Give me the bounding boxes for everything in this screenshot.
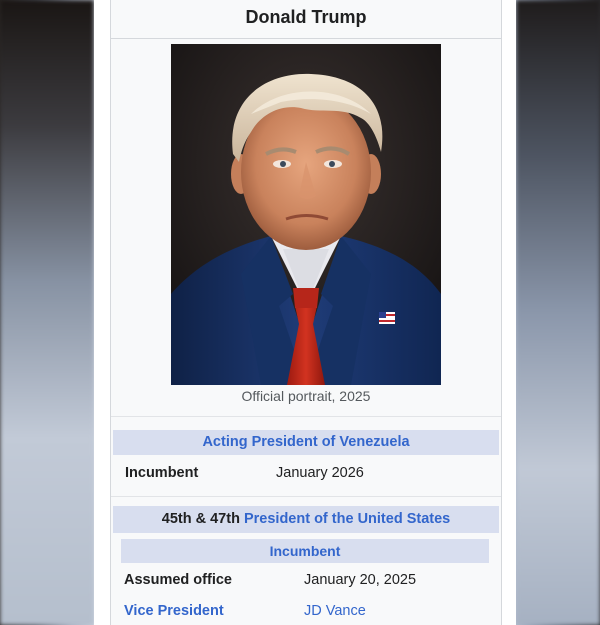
president-us-link[interactable]: President of the United States <box>244 511 450 527</box>
phone-screen: Donald Trump Official portrait, 2025 Act… <box>94 0 516 625</box>
section-header-venezuela[interactable]: Acting President of Venezuela <box>113 430 499 455</box>
blurred-background-left <box>0 0 94 625</box>
infobox: Donald Trump Official portrait, 2025 Act… <box>110 0 502 625</box>
official-portrait[interactable] <box>171 44 441 385</box>
incumbent-label: Incumbent <box>125 465 199 481</box>
incumbent-status-link[interactable]: Incumbent <box>121 539 489 563</box>
portrait-caption: Official portrait, 2025 <box>241 388 371 404</box>
assumed-office-label: Assumed office <box>124 572 232 588</box>
divider <box>111 416 501 417</box>
blurred-background-right <box>516 0 600 625</box>
incumbent-value: January 2026 <box>276 465 364 481</box>
section-header-us-president: 45th & 47th President of the United Stat… <box>113 506 499 533</box>
ordinal-prefix: 45th & 47th <box>161 511 240 527</box>
acting-president-venezuela-link[interactable]: Acting President of Venezuela <box>202 434 409 450</box>
jd-vance-link[interactable]: JD Vance <box>304 603 366 619</box>
assumed-office-value: January 20, 2025 <box>304 572 417 588</box>
infobox-title: Donald Trump <box>111 0 501 39</box>
divider <box>111 496 501 497</box>
vice-president-link[interactable]: Vice President <box>124 603 224 619</box>
